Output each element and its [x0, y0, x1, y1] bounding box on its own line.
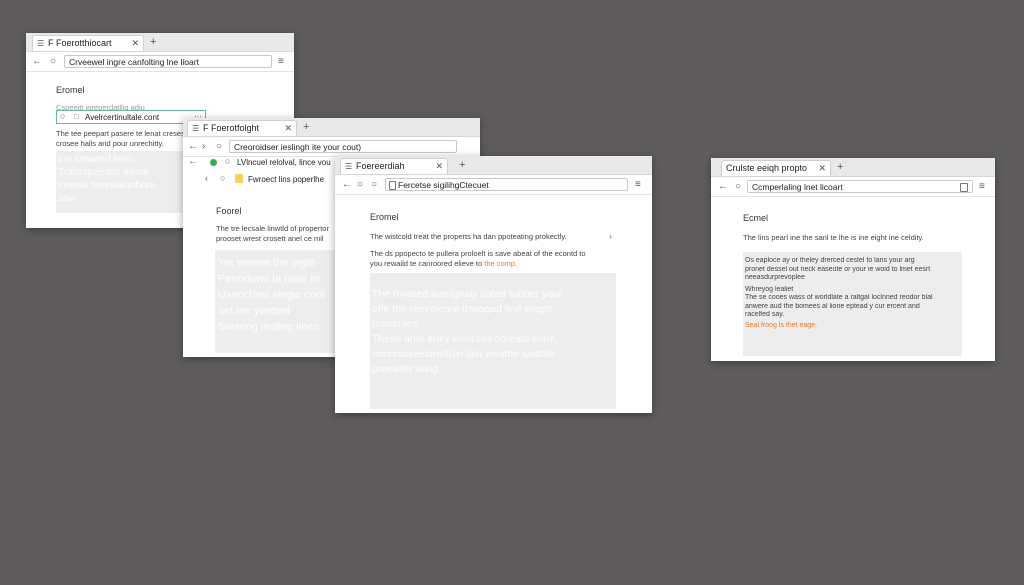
browser-tab[interactable]: ☰ F Foerotfolght ✕ [187, 120, 297, 136]
accent-prefix: Seal froog ls [745, 321, 784, 329]
new-tab-icon[interactable]: + [459, 158, 465, 173]
lock-icon [389, 181, 396, 190]
bookmark-icon[interactable] [960, 183, 968, 192]
tab-title: F Foerotfolght [203, 123, 260, 133]
card-text: Os eaploce ay or theley drerced cestel f… [745, 257, 961, 330]
home-icon[interactable]: ○ [371, 177, 377, 192]
card-line: pronet dessel out neck easeute or your i… [745, 265, 931, 273]
body-text-2: The ds ppopecto te pullera proloelt is s… [370, 249, 630, 269]
tab-strip: ☰ Foereerdiah ✕ + [335, 156, 652, 175]
desktop-background: ☰ F Foerotthiocart ✕ + ← ○ Crveewel ingre… [0, 0, 1024, 585]
reload-icon[interactable]: ○ [216, 139, 222, 154]
chevron-right-icon[interactable]: › [609, 231, 612, 241]
reload-icon[interactable]: ○ [50, 54, 56, 69]
browser-window-3[interactable]: ☰ Foereerdiah ✕ + ← ○ ○ Fercetse sigilihg… [335, 156, 652, 413]
address-bar[interactable]: Fercetse sigilihgCtecuet [385, 178, 628, 191]
tab-title: F Foerotthiocart [48, 38, 112, 48]
browser-toolbar: ← › ○ Creoroidser ieslingh ite your cout… [183, 137, 480, 157]
browser-tab[interactable]: Crulste eeiqh propto ✕ [721, 160, 831, 176]
reload-icon[interactable]: ○ [735, 179, 741, 194]
forward-icon[interactable]: › [202, 139, 205, 154]
suggestion-text: Avelrcertinultale.cont [85, 113, 160, 122]
address-text: Fercetse sigilihgCtecuet [398, 180, 489, 190]
card-line: The se cooes wass of worldlate a raltgal… [745, 294, 933, 301]
close-tab-icon[interactable]: ✕ [131, 36, 139, 51]
card-line: racelfed say. [745, 311, 785, 318]
page-heading: Eromel [56, 85, 85, 95]
address-text: Ccmperlaling lnet licoart [752, 182, 843, 192]
browser-tab[interactable]: ☰ F Foerotthiocart ✕ [32, 35, 144, 51]
circle-icon: ○ [225, 156, 231, 166]
card-accent-line: Seal froog ls thet eage. [745, 322, 961, 331]
address-bar[interactable]: Creoroidser ieslingh ite your cout) [229, 140, 457, 153]
accent-link[interactable]: the comp. [484, 259, 517, 268]
back-icon[interactable]: ← [188, 139, 198, 154]
page-heading: Eromel [370, 212, 399, 222]
new-tab-icon[interactable]: + [303, 120, 309, 135]
page-icon: ☰ [37, 39, 45, 48]
menu-icon[interactable]: ≡ [278, 54, 284, 69]
suggestion-text: LVlncuel relolval, lince vou [237, 158, 331, 167]
browser-window-4[interactable]: Crulste eeiqh propto ✕ + ← ○ Ccmperlalin… [711, 158, 995, 361]
body-line: The ds ppopecto te pullera proloelt is s… [370, 249, 586, 258]
accent-link[interactable]: thet eage. [786, 322, 817, 329]
circle-icon: ○ [60, 111, 66, 121]
body-line-text: you rewaild te canroored elieve to [370, 259, 483, 268]
tab-strip: ☰ F Foerotfolght ✕ + [183, 118, 480, 137]
body-text: The tee peepart pasere te lenat creses c… [56, 129, 185, 148]
page-icon: □ [74, 112, 79, 121]
page-icon: ☰ [345, 162, 353, 171]
browser-tab[interactable]: ☰ Foereerdiah ✕ [340, 158, 448, 174]
page-heading: Foorel [216, 206, 242, 216]
address-bar[interactable]: Ccmperlaling lnet licoart [747, 180, 973, 193]
new-tab-icon[interactable]: + [837, 160, 843, 175]
close-tab-icon[interactable]: ✕ [435, 159, 443, 174]
back-icon[interactable]: ← [188, 156, 198, 167]
back-icon[interactable]: ← [718, 179, 728, 194]
status-dot-icon [210, 159, 217, 166]
card-line: neeasdurprevoplee [745, 274, 805, 281]
address-bar[interactable]: Crveewel ingre canfolting lne lioart [64, 55, 272, 68]
reload-icon[interactable]: ○ [357, 177, 363, 192]
browser-toolbar: ← ○ ○ Fercetse sigilihgCtecuet ≡ [335, 175, 652, 195]
body-text: The wistcold treat the properts ha dan p… [370, 232, 567, 241]
browser-toolbar: ← ○ Crveewel ingre canfolting lne lioart… [26, 52, 294, 72]
card-line: Os eaploce ay or theley drerced cestel f… [745, 257, 915, 264]
menu-icon[interactable]: ≡ [979, 179, 985, 194]
page-icon: ☰ [192, 124, 200, 133]
body-line: you rewaild te canroored elieve to the c… [370, 259, 630, 269]
lock-icon [235, 174, 243, 183]
close-tab-icon[interactable]: ✕ [818, 161, 826, 176]
tab-title: Foereerdiah [356, 161, 405, 171]
menu-icon[interactable]: ≡ [635, 177, 641, 192]
tab-strip: Crulste eeiqh propto ✕ + [711, 158, 995, 177]
tab-title: Crulste eeiqh propto [726, 163, 808, 173]
new-tab-icon[interactable]: + [150, 35, 156, 50]
faded-text: Ins siewead leaiu Traltsspeealte sleirie… [58, 154, 156, 204]
nav-icon[interactable]: ‹ [205, 173, 208, 183]
circle-icon: ○ [220, 173, 226, 183]
tab-strip: ☰ F Foerotthiocart ✕ + [26, 33, 294, 52]
back-icon[interactable]: ← [32, 54, 42, 69]
close-tab-icon[interactable]: ✕ [284, 121, 292, 136]
back-icon[interactable]: ← [342, 177, 352, 192]
card-line: anwere aud the bomees al lione eptead y … [745, 302, 920, 310]
body-text: The lins pearl ine the sanl te lhe is in… [743, 233, 924, 242]
suggestion-text: Fwroect lins poperlhe [248, 175, 325, 184]
page-heading: Ecmel [743, 213, 769, 223]
faded-text: The rovated ionsignaly coted tupner your… [372, 288, 563, 375]
card-line: Whreyog lealiet [745, 285, 794, 293]
browser-toolbar: ← ○ Ccmperlaling lnet licoart ≡ [711, 177, 995, 197]
